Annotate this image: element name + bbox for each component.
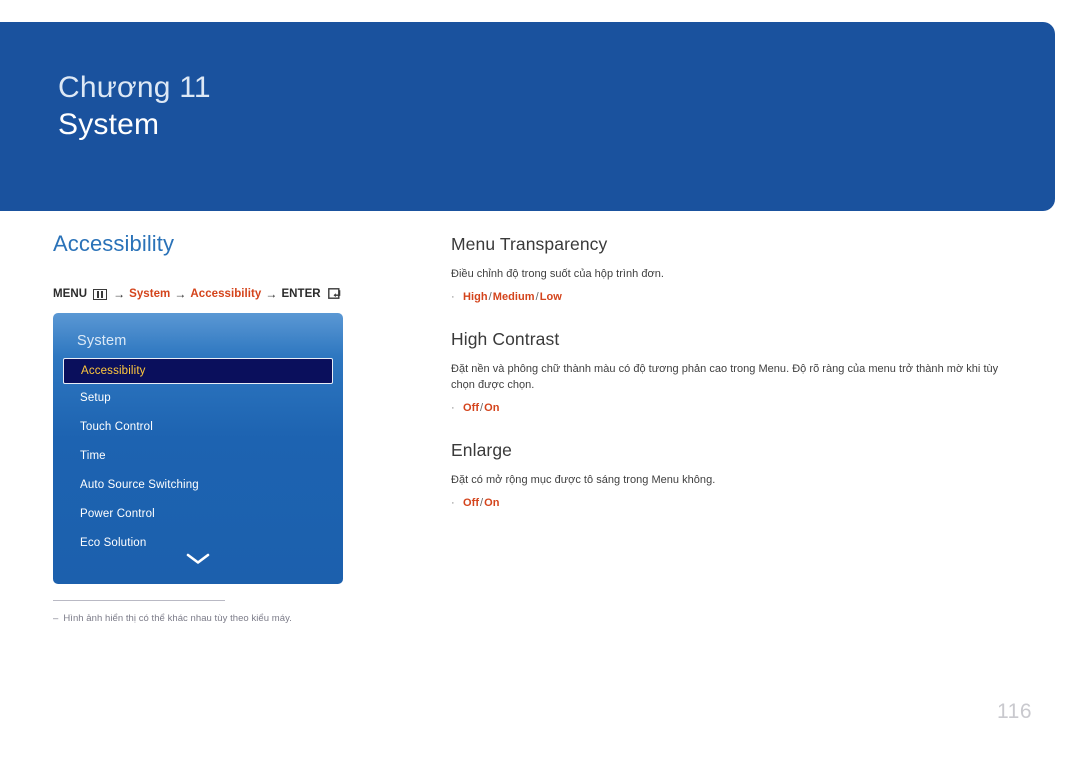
option-high: High <box>463 290 488 303</box>
footnote-divider <box>53 600 225 601</box>
osd-menu-item-label: Auto Source Switching <box>80 479 199 491</box>
left-column: Accessibility MENU → System → Accessibil… <box>53 231 433 301</box>
osd-scroll-more[interactable] <box>53 552 343 570</box>
topic-options: · High/Medium/Low <box>451 291 1031 303</box>
osd-menu-item-label: Eco Solution <box>80 537 147 549</box>
topic-description: Đặt có mở rộng mục được tô sáng trong Me… <box>451 473 716 486</box>
footnote-block: ‒ Hình ảnh hiển thị có thể khác nhau tùy … <box>53 600 453 624</box>
bullet-icon: · <box>451 401 455 414</box>
osd-menu-item-auto-source-switching[interactable]: Auto Source Switching <box>53 471 343 500</box>
option-off: Off <box>463 496 480 509</box>
chapter-label: Chương 11 <box>58 71 211 104</box>
topic-options: · Off/On <box>451 497 1031 509</box>
topic-title: Enlarge <box>451 439 513 460</box>
breadcrumb-arrow-3: → <box>265 287 278 302</box>
option-on: On <box>484 401 500 414</box>
breadcrumb-enter-label: ENTER <box>281 288 321 301</box>
topic-description: Điều chỉnh độ trong suốt của hộp trình đ… <box>451 268 664 280</box>
osd-menu-item-label: Setup <box>80 392 111 404</box>
osd-menu-panel[interactable]: System Accessibility Setup Touch Control… <box>53 313 343 584</box>
breadcrumb-item-system: System <box>129 288 171 301</box>
topic-title: Menu Transparency <box>451 234 608 254</box>
topic-high-contrast: High Contrast Đặt nền và phông chữ thành… <box>451 329 1031 414</box>
topic-menu-transparency: Menu Transparency Điều chỉnh độ trong su… <box>451 234 1031 303</box>
osd-menu-item-setup[interactable]: Setup <box>53 384 343 413</box>
topic-enlarge: Enlarge Đặt có mở rộng mục được tô sáng … <box>451 440 1031 509</box>
osd-menu-list: Accessibility Setup Touch Control Time A… <box>53 358 343 558</box>
footnote-dash: ‒ <box>53 613 59 624</box>
enter-return-icon <box>327 288 343 300</box>
breadcrumb: MENU → System → Accessibility → ENTER <box>53 287 433 301</box>
menu-bars-icon <box>93 288 108 300</box>
osd-menu-item-label: Time <box>80 450 106 462</box>
chapter-title: System <box>58 107 160 141</box>
topic-description: Đặt nền và phông chữ thành màu có độ tươ… <box>451 362 999 391</box>
option-medium: Medium <box>492 290 535 303</box>
footnote-text: Hình ảnh hiển thị có thể khác nhau tùy t… <box>63 613 292 624</box>
osd-menu-item-accessibility[interactable]: Accessibility <box>63 358 333 384</box>
osd-menu-item-touch-control[interactable]: Touch Control <box>53 413 343 442</box>
topic-title: High Contrast <box>451 328 560 349</box>
osd-menu-item-label: Touch Control <box>80 421 153 433</box>
breadcrumb-arrow-2: → <box>174 287 187 302</box>
osd-menu-item-label: Accessibility <box>81 365 146 377</box>
bullet-icon: · <box>451 496 455 509</box>
osd-menu-item-time[interactable]: Time <box>53 442 343 471</box>
topic-options: · Off/On <box>451 402 1031 414</box>
option-off: Off <box>463 401 480 414</box>
breadcrumb-menu-label: MENU <box>53 288 88 301</box>
osd-menu-item-label: Power Control <box>80 508 155 520</box>
breadcrumb-item-accessibility: Accessibility <box>190 288 262 301</box>
osd-menu-title: System <box>77 333 127 349</box>
page-title: Accessibility <box>53 231 175 256</box>
right-column: Menu Transparency Điều chỉnh độ trong su… <box>451 234 1031 535</box>
breadcrumb-arrow-1: → <box>113 287 126 302</box>
page-number: 116 <box>997 700 1032 723</box>
chapter-banner-text: Chương 11 System <box>58 70 211 143</box>
option-on: On <box>484 496 500 509</box>
chevron-down-icon <box>186 553 210 564</box>
bullet-icon: · <box>451 290 455 303</box>
footnote-text-row: ‒ Hình ảnh hiển thị có thể khác nhau tùy … <box>53 613 453 624</box>
option-low: Low <box>539 290 562 303</box>
osd-menu-item-power-control[interactable]: Power Control <box>53 500 343 529</box>
chapter-banner: Chương 11 System <box>0 22 1055 211</box>
